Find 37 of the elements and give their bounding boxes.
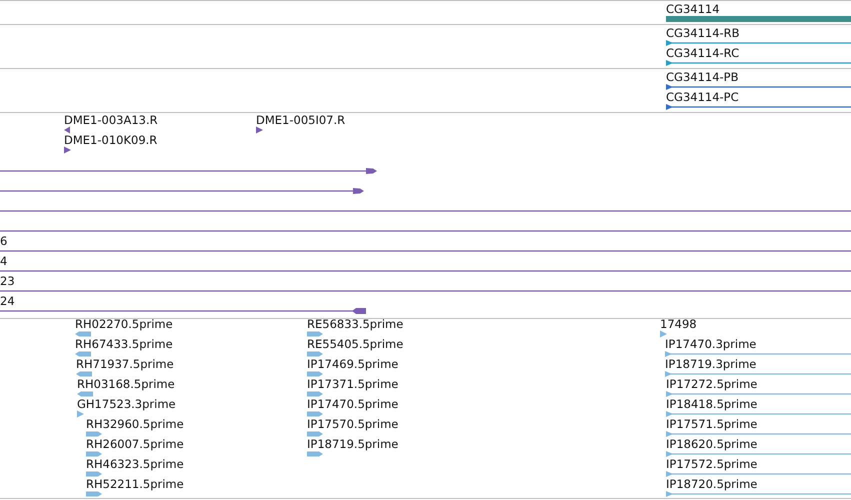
feature-label: RH52211.5prime — [86, 477, 184, 491]
feature-label: RE56833.5prime — [307, 317, 404, 331]
feature-label: RH32960.5prime — [86, 417, 184, 431]
feature-label: IP18620.5prime — [666, 437, 758, 451]
feature-label: RH26007.5prime — [86, 437, 184, 451]
feature-label: IP17571.5prime — [666, 417, 758, 431]
feature-label: CG34114-RC — [666, 46, 740, 60]
feature-label: IP17371.5prime — [307, 377, 398, 391]
feature-label: CG34114 — [666, 2, 720, 16]
feature-label: IP18719.3prime — [665, 357, 756, 371]
feature-label: RH46323.5prime — [86, 457, 184, 471]
feature-label: RH02270.5prime — [75, 317, 173, 331]
feature-label: 6 — [0, 234, 8, 248]
feature-label: 23 — [0, 274, 15, 288]
feature-label: IP17572.5prime — [666, 457, 758, 471]
feature-label: 4 — [0, 254, 8, 268]
feature-label: RH03168.5prime — [77, 377, 175, 391]
feature-label: IP17469.5prime — [307, 357, 398, 371]
feature-label: IP17470.3prime — [665, 337, 756, 351]
feature-label: RE55405.5prime — [307, 337, 404, 351]
feature-label: DME1-010K09.R — [64, 133, 158, 147]
feature-label: 24 — [0, 294, 15, 308]
feature-label: IP18720.5prime — [666, 477, 758, 491]
feature-label: IP18418.5prime — [666, 397, 758, 411]
feature-label: RH71937.5prime — [76, 357, 174, 371]
feature-label: DME1-005I07.R — [256, 113, 346, 127]
feature-label: 17498 — [660, 317, 697, 331]
feature-label: CG34114-PB — [666, 70, 738, 84]
feature-label: CG34114-RB — [666, 26, 740, 40]
feature-label: DME1-003A13.R — [64, 113, 158, 127]
feature-label: GH17523.3prime — [77, 397, 176, 411]
feature-label: IP17272.5prime — [666, 377, 758, 391]
feature-label: IP18719.5prime — [307, 437, 398, 451]
feature-label: CG34114-PC — [666, 90, 739, 104]
feature-label: IP17570.5prime — [307, 417, 398, 431]
feature-label: IP17470.5prime — [307, 397, 398, 411]
feature-label: RH67433.5prime — [75, 337, 173, 351]
